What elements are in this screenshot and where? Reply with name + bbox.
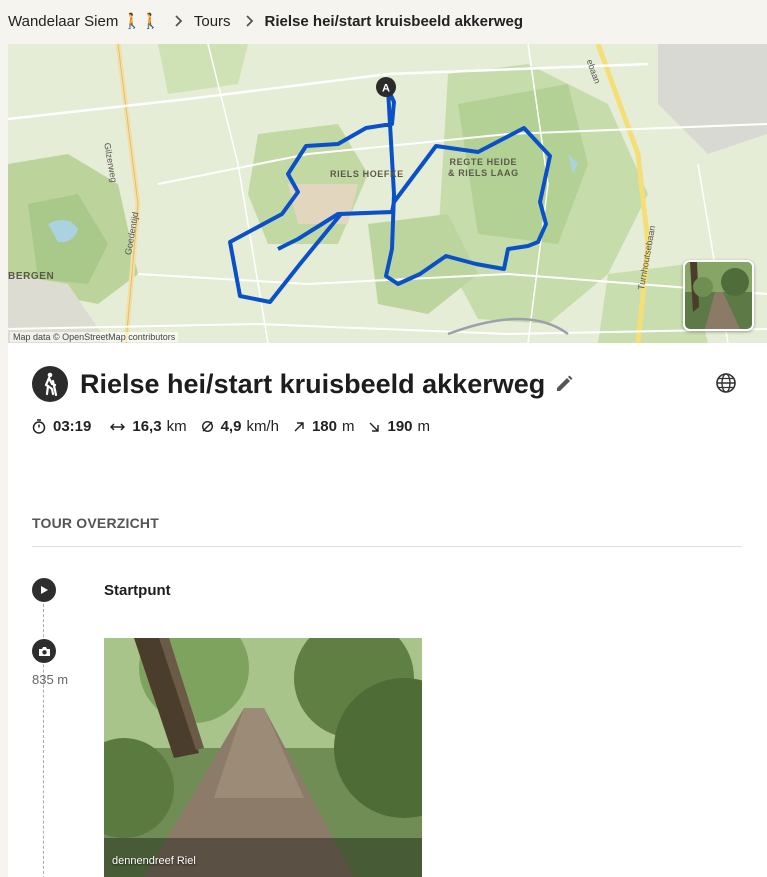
arrows-horizontal-icon xyxy=(110,422,126,431)
breadcrumb: Wandelaar Siem 🚶🚶 Tours Rielse hei/start… xyxy=(0,0,767,42)
tour-title-row: Rielse hei/start kruisbeeld akkerweg xyxy=(32,366,574,402)
tour-title: Rielse hei/start kruisbeeld akkerweg xyxy=(80,368,546,399)
chevron-right-icon xyxy=(174,15,184,27)
tour-stats: 03:19 16,3 km 4,9 km/h 180 m 190 m xyxy=(32,418,444,435)
play-icon xyxy=(32,578,56,602)
arrow-down-right-icon xyxy=(369,422,380,432)
start-marker-icon[interactable]: A xyxy=(376,77,396,97)
startpoint-label[interactable]: Startpunt xyxy=(104,582,171,599)
stat-speed: 4,9 km/h xyxy=(201,418,279,435)
stat-distance: 16,3 km xyxy=(110,418,187,435)
breadcrumb-user-link[interactable]: Wandelaar Siem 🚶🚶 xyxy=(8,12,160,30)
breadcrumb-current: Rielse hei/start kruisbeeld akkerweg xyxy=(264,12,524,30)
route-map[interactable]: A RIELS HOEFKE REGTE HEIDE & RIELS LAAG … xyxy=(8,44,767,343)
tour-card: A RIELS HOEFKE REGTE HEIDE & RIELS LAAG … xyxy=(8,44,767,877)
stat-descent: 190 m xyxy=(368,418,430,435)
tour-overview-heading: TOUR OVERZICHT xyxy=(32,515,159,531)
map-area-label: REGTE HEIDE & RIELS LAAG xyxy=(448,157,519,178)
average-speed-icon xyxy=(201,420,213,433)
stopwatch-icon xyxy=(32,419,46,434)
svg-text:A: A xyxy=(382,83,390,95)
arrow-up-right-icon xyxy=(294,421,304,431)
globe-icon[interactable] xyxy=(715,372,737,399)
breadcrumb-tours-link[interactable]: Tours xyxy=(194,13,231,30)
pencil-icon[interactable] xyxy=(554,374,574,394)
map-photo-thumbnail[interactable] xyxy=(683,260,754,331)
map-town-label: BERGEN xyxy=(8,271,55,282)
divider xyxy=(32,546,742,547)
photo-distance: 835 m xyxy=(32,672,69,687)
map-attribution: Map data © OpenStreetMap contributors xyxy=(10,332,179,342)
stat-ascent: 180 m xyxy=(293,418,354,435)
photo-caption: dennendreef Riel xyxy=(112,855,196,867)
tour-photo[interactable]: dennendreef Riel xyxy=(104,638,422,877)
camera-icon xyxy=(32,639,56,663)
stat-duration: 03:19 xyxy=(32,418,96,435)
hiking-icon xyxy=(32,366,68,402)
map-area-label: RIELS HOEFKE xyxy=(330,169,404,179)
chevron-right-icon xyxy=(245,15,255,27)
